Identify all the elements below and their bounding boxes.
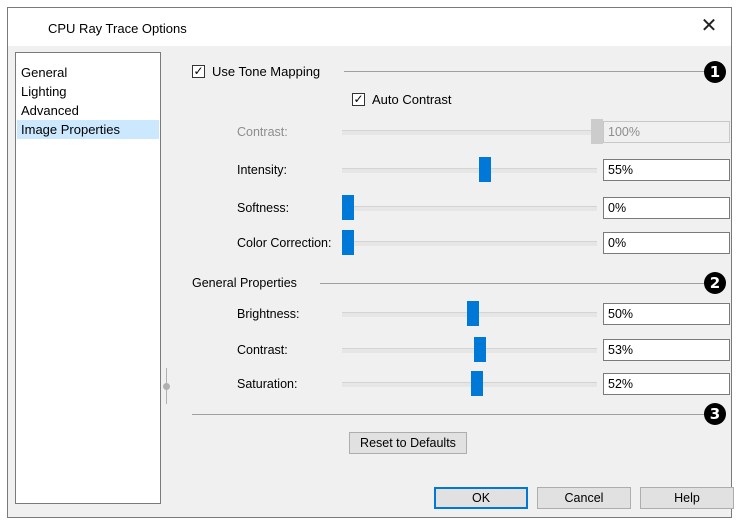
tone-contrast-value-field[interactable]: 100% (603, 121, 730, 143)
close-icon[interactable]: ✕ (697, 14, 721, 38)
intensity-slider-track[interactable] (342, 168, 597, 173)
title-bar: CPU Ray Trace Options ✕ (8, 8, 731, 46)
intensity-slider-thumb[interactable] (479, 157, 491, 182)
softness-label: Softness: (237, 201, 290, 215)
general-contrast-slider-track[interactable] (342, 348, 597, 353)
auto-contrast-checkbox[interactable]: ✓ (352, 93, 365, 106)
intensity-label: Intensity: (237, 163, 288, 177)
nav-item-lighting[interactable]: Lighting (17, 82, 159, 101)
use-tone-mapping-checkbox[interactable]: ✓ (192, 65, 205, 78)
reset-separator (192, 414, 705, 415)
dialog-title: CPU Ray Trace Options (48, 21, 187, 36)
cancel-button[interactable]: Cancel (537, 487, 631, 509)
general-contrast-label: Contrast: (237, 343, 288, 357)
general-contrast-slider-thumb[interactable] (474, 337, 486, 362)
saturation-value-field[interactable]: 52% (603, 373, 730, 395)
help-button[interactable]: Help (640, 487, 734, 509)
ok-button[interactable]: OK (434, 487, 528, 509)
nav-item-advanced[interactable]: Advanced (17, 101, 159, 120)
tone-contrast-label: Contrast: (237, 125, 288, 139)
softness-value-field[interactable]: 0% (603, 197, 730, 219)
brightness-slider-thumb[interactable] (467, 301, 479, 326)
tone-contrast-slider-thumb[interactable] (591, 119, 603, 144)
auto-contrast-label: Auto Contrast (372, 92, 452, 107)
reset-to-defaults-button[interactable]: Reset to Defaults (349, 432, 467, 454)
saturation-label: Saturation: (237, 377, 298, 391)
color-correction-value-field[interactable]: 0% (603, 232, 730, 254)
tone-mapping-separator (344, 71, 705, 72)
color-correction-slider-thumb[interactable] (342, 230, 354, 255)
general-properties-label: General Properties (192, 276, 297, 290)
softness-slider-track[interactable] (342, 206, 597, 211)
general-contrast-value-field[interactable]: 53% (603, 339, 730, 361)
callout-marker-1: 1 (704, 61, 726, 83)
callout-marker-3: 3 (704, 403, 726, 425)
color-correction-slider-track[interactable] (342, 241, 597, 246)
category-list: General Lighting Advanced Image Properti… (15, 52, 161, 504)
saturation-slider-thumb[interactable] (471, 371, 483, 396)
general-properties-separator (320, 283, 705, 284)
tone-contrast-slider-track (342, 130, 597, 135)
splitter-grip-icon[interactable] (163, 383, 170, 390)
nav-item-general[interactable]: General (17, 63, 159, 82)
intensity-value-field[interactable]: 55% (603, 159, 730, 181)
checkmark-icon: ✓ (193, 64, 204, 78)
nav-item-image-properties[interactable]: Image Properties (17, 120, 159, 139)
checkmark-icon: ✓ (353, 92, 364, 106)
callout-marker-2: 2 (704, 272, 726, 294)
color-correction-label: Color Correction: (237, 236, 332, 250)
brightness-label: Brightness: (237, 307, 300, 321)
brightness-value-field[interactable]: 50% (603, 303, 730, 325)
softness-slider-thumb[interactable] (342, 195, 354, 220)
saturation-slider-track[interactable] (342, 382, 597, 387)
use-tone-mapping-label: Use Tone Mapping (212, 64, 321, 79)
